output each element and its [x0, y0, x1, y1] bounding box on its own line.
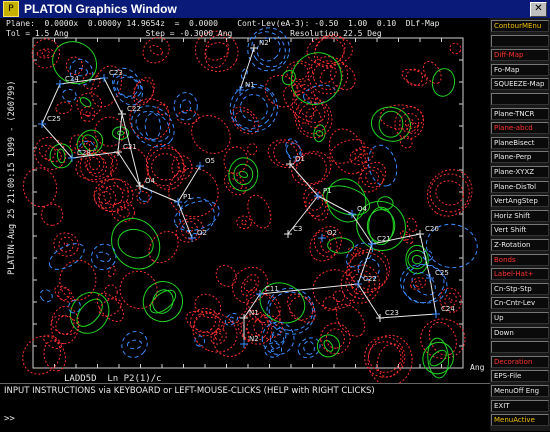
atom-label: C22 — [363, 275, 377, 283]
atom-label: O2 — [327, 229, 337, 237]
atom-label: C26 — [425, 225, 439, 233]
menu-item-cn-cntr-lev[interactable]: Cn-Cntr-Lev — [491, 297, 549, 310]
close-icon[interactable]: ✕ — [530, 2, 547, 17]
header-tolerance-info: Tol = 1.5 Ang Step = -0.3000 Ang Resolut… — [6, 29, 382, 38]
atom-label: O4 — [357, 205, 368, 213]
menu-item-fo-map[interactable]: Fo-Map — [491, 63, 549, 76]
menu-item-vert-shift[interactable]: Vert Shift — [491, 224, 549, 237]
atom-label: N2 — [249, 335, 259, 343]
atom-label: O2 — [197, 229, 207, 237]
menu-item-horiz-shift[interactable]: Horiz Shift — [491, 209, 549, 222]
atom-label: C23 — [385, 309, 399, 317]
atom-label: C21 — [123, 143, 137, 151]
atom-label: O1 — [295, 155, 305, 163]
title-bar: P PLATON Graphics Window ✕ — [0, 0, 550, 18]
menu-item-contourmenu[interactable]: ContourMEnu — [491, 20, 549, 32]
menu-item-bonds[interactable]: Bonds — [491, 253, 549, 266]
timestamp-side-label: PLATON-Aug 25 21:00:15 1999 - (260799) — [7, 80, 17, 275]
menu-item-z-rotation[interactable]: Z-Rotation — [491, 239, 549, 251]
graphics-canvas[interactable]: N2 C24 C23 C22 C25 C28 C21 N1 O5 O4 P1 O2 O1 O2 P1 C3 O4… — [0, 18, 490, 383]
angstrom-label: Ang — [470, 363, 485, 372]
menu-item-cn-stp-stp[interactable]: Cn-Stp-Stp — [491, 282, 549, 295]
instruction-line: INPUT INSTRUCTIONS via KEYBOARD or LEFT-… — [4, 386, 375, 396]
atom-label: N1 — [245, 81, 255, 89]
menu-item-blank-1[interactable] — [491, 34, 549, 47]
atom-label: P1 — [323, 187, 332, 195]
atom-label: C21 — [377, 235, 391, 243]
atom-label: C11 — [265, 285, 279, 293]
atom-label: C23 — [109, 69, 123, 77]
atom-label: C22 — [127, 105, 141, 113]
menu-item-plane-xyxz[interactable]: Plane-XYXZ — [491, 166, 549, 178]
menu-item-label-hat-[interactable]: Label-Hat+ — [491, 268, 549, 281]
menu-item-diff-map[interactable]: Diff-Map — [491, 49, 549, 62]
menu-item-squeeze-map[interactable]: SQUEEZE-Map — [491, 78, 549, 91]
atom-label: C25 — [435, 269, 449, 277]
side-menu: ContourMEnu Diff-Map Fo-Map SQUEEZE-Map Plan… — [490, 18, 550, 431]
menu-item-exit[interactable]: EXIT — [491, 399, 549, 412]
menu-item-vertangstep[interactable]: VertAngStep — [491, 195, 549, 208]
molecule-bonds — [41, 47, 437, 344]
menu-item-plane-abcd[interactable]: Plane-abcd — [491, 122, 549, 135]
menu-item-plane-tncr[interactable]: Plane-TNCR — [491, 107, 549, 120]
header-plane-info: Plane: 0.0000x 0.0000y 14.9654z = 0.0000… — [6, 19, 440, 28]
menu-item-blank-22[interactable] — [491, 341, 549, 354]
platon-app-icon[interactable]: P — [3, 1, 19, 17]
instruction-area[interactable]: INPUT INSTRUCTIONS via KEYBOARD or LEFT-… — [0, 383, 490, 432]
contour-lines — [22, 27, 478, 383]
menu-item-decoration[interactable]: Decoration — [491, 355, 549, 368]
menu-item-plane-distol[interactable]: Plane-DisTol — [491, 180, 549, 193]
menu-item-menuoff-eng[interactable]: MenuOff Eng — [491, 385, 549, 397]
menu-item-planebisect[interactable]: PlaneBisect — [491, 136, 549, 149]
command-prompt[interactable]: >> — [4, 414, 15, 424]
atom-label: O5 — [205, 157, 215, 165]
atom-label: C25 — [47, 115, 61, 123]
atom-label: C24 — [65, 75, 79, 83]
atom-label: C3 — [293, 225, 302, 233]
menu-item-menuactive[interactable]: MenuActive — [491, 414, 549, 427]
atom-label: P1 — [183, 193, 192, 201]
atom-label: N1 — [249, 309, 259, 317]
contour-map[interactable]: N2 C24 C23 C22 C25 C28 C21 N1 O5 O4 P1 O2 O1 O2 P1 C3 O4… — [0, 18, 490, 383]
menu-item-blank-5[interactable] — [491, 93, 549, 105]
atom-label: O4 — [145, 177, 156, 185]
menu-item-eps-file[interactable]: EPS-File — [491, 370, 549, 383]
menu-item-up[interactable]: Up — [491, 312, 549, 324]
menu-item-down[interactable]: Down — [491, 326, 549, 339]
atom-label: N2 — [259, 39, 269, 47]
atom-label: C24 — [441, 305, 455, 313]
window-title: PLATON Graphics Window — [24, 2, 177, 16]
atom-markers — [38, 44, 440, 348]
menu-item-plane-perp[interactable]: Plane-Perp — [491, 151, 549, 164]
atom-label: C28 — [77, 149, 91, 157]
